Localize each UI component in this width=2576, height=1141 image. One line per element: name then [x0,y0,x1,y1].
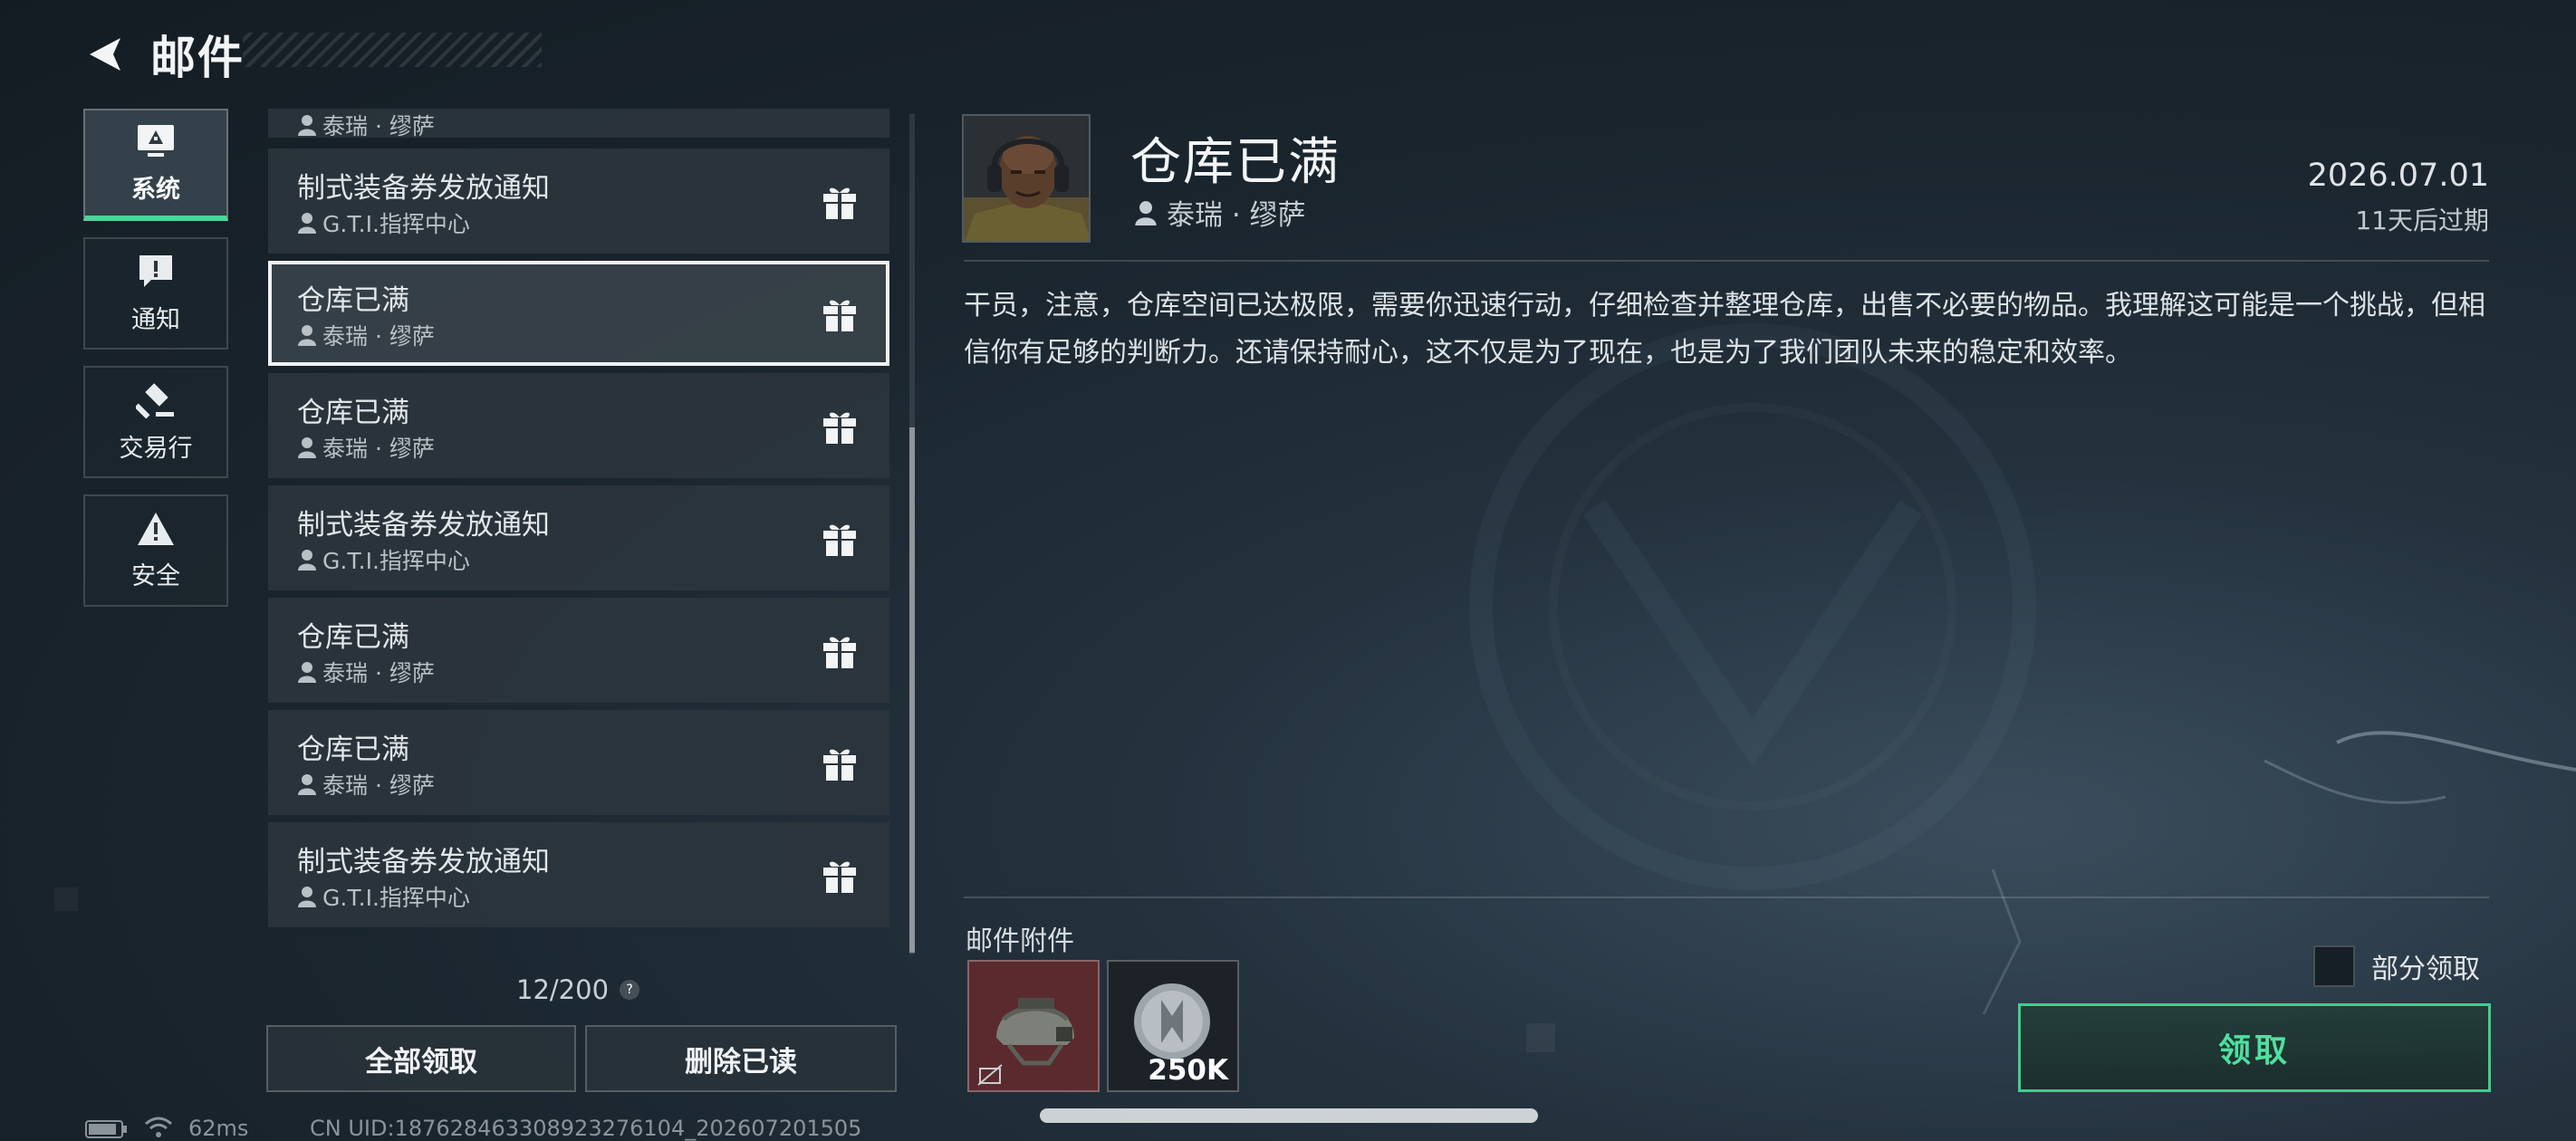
mail-sender-text: G.T.I.指挥中心 [322,548,470,574]
mail-sender-text: 泰瑞 · 缪萨 [322,113,435,139]
header: 邮件 [82,18,245,91]
gift-icon [823,187,856,219]
partial-claim-toggle[interactable]: 部分领取 [2313,945,2480,987]
sender-portrait [962,114,1091,243]
mail-sender-text: 泰瑞 · 缪萨 [322,436,435,462]
person-icon [298,437,316,458]
mail-title: 制式装备券发放通知 [297,509,550,542]
nav-label: 系统 [131,175,180,204]
attachment-quantity: 250K [1148,1054,1228,1087]
mail-sender-text: 泰瑞 · 缪萨 [322,323,435,350]
person-icon [1135,200,1157,225]
divider [964,260,2489,262]
mail-detail-sender-text: 泰瑞 · 缪萨 [1167,199,1306,232]
person-icon [298,213,316,234]
person-icon [298,662,316,683]
mail-body: 干员，注意，仓库空间已达极限，需要你迅速行动，仔细检查并整理仓库，出售不必要的物… [964,290,2485,369]
mail-list[interactable]: 泰瑞 · 缪萨 制式装备券发放通知 G.T.I.指挥中心 仓库已满 泰瑞 · 缪… [268,109,893,933]
mail-item[interactable]: 制式装备券发放通知 G.T.I.指挥中心 [268,149,889,254]
warning-icon [138,512,174,545]
mail-title: 仓库已满 [297,621,409,654]
nav-item-security[interactable]: 安全 [83,494,228,607]
person-icon [298,115,316,136]
monitor-icon [138,124,174,157]
gift-icon [823,524,856,556]
mail-expire: 11天后过期 [2355,206,2489,235]
mail-count: 12/200 ? [516,974,640,1005]
person-icon [298,325,316,346]
mail-date: 2026.07.01 [2307,158,2489,194]
gavel-icon [136,382,174,418]
nav-item-system[interactable]: 系统 [83,109,228,221]
mail-title: 制式装备券发放通知 [297,846,550,878]
title-stripe-decoration [243,33,542,67]
mail-sender: G.T.I.指挥中心 [297,206,470,239]
mail-detail-sender: 泰瑞 · 缪萨 [1134,192,1306,233]
gift-icon [823,861,856,893]
mail-count-text: 12/200 [516,974,610,1005]
mail-sender: G.T.I.指挥中心 [297,880,470,913]
mail-item[interactable]: 仓库已满 泰瑞 · 缪萨 [268,710,889,815]
partial-claim-checkbox[interactable] [2313,945,2355,987]
mail-detail-title: 仓库已满 [1130,133,1341,192]
mail-title: 仓库已满 [297,734,409,766]
mail-sender: 泰瑞 · 缪萨 [297,109,435,141]
mail-title: 仓库已满 [297,397,409,429]
mail-sender: 泰瑞 · 缪萨 [297,656,435,688]
nav-label: 通知 [131,305,180,334]
person-icon [298,887,316,907]
attachment-helmet[interactable] [967,960,1100,1092]
battery-icon [85,1120,127,1138]
gift-icon [823,749,856,781]
mail-sender-text: G.T.I.指挥中心 [322,211,470,237]
notice-icon [139,254,172,287]
mail-item-selected[interactable]: 仓库已满 泰瑞 · 缪萨 [268,261,889,366]
nav-item-notice[interactable]: 通知 [83,237,228,350]
attachment-coin[interactable]: 250K [1107,960,1239,1092]
person-icon [298,550,316,570]
gift-icon [823,300,856,331]
nav-label: 安全 [131,561,180,590]
mail-sender: 泰瑞 · 缪萨 [297,768,435,801]
mail-item[interactable]: 仓库已满 泰瑞 · 缪萨 [268,373,889,478]
back-arrow-icon[interactable] [82,30,130,79]
mail-sender-text: 泰瑞 · 缪萨 [322,772,435,799]
mail-sender: G.T.I.指挥中心 [297,543,470,576]
mail-item[interactable]: 泰瑞 · 缪萨 [268,109,889,141]
person-icon [298,774,316,795]
mail-sender: 泰瑞 · 缪萨 [297,319,435,351]
delete-read-button[interactable]: 删除已读 [585,1025,897,1092]
mail-item[interactable]: 制式装备券发放通知 G.T.I.指挥中心 [268,822,889,927]
mail-item[interactable]: 仓库已满 泰瑞 · 缪萨 [268,598,889,703]
nav-label: 交易行 [119,434,193,463]
claim-all-button[interactable]: 全部领取 [266,1025,576,1092]
mail-title: 仓库已满 [297,284,409,317]
home-indicator[interactable] [1040,1108,1538,1123]
page-title: 邮件 [150,32,245,84]
attachments-label: 邮件附件 [966,925,1074,957]
divider [964,896,2489,898]
mail-sender-text: 泰瑞 · 缪萨 [322,660,435,686]
uid-text: CN UID:18762846330892327610​4_2026072015… [310,1116,862,1141]
mail-title: 制式装备券发放通知 [297,172,550,205]
wifi-icon [145,1117,172,1137]
gift-icon [823,412,856,444]
nav-item-trade[interactable]: 交易行 [83,366,228,478]
help-icon[interactable]: ? [620,980,640,1000]
mail-sender-text: G.T.I.指挥中心 [322,885,470,911]
gift-icon [823,637,856,668]
scrollbar-thumb[interactable] [909,427,915,953]
helmet-icon [969,962,1098,1090]
mail-sender: 泰瑞 · 缪萨 [297,431,435,464]
claim-button[interactable]: 领取 [2018,1003,2491,1092]
partial-claim-label: 部分领取 [2371,954,2480,985]
ping-text: 62ms [188,1116,249,1141]
mail-item[interactable]: 制式装备券发放通知 G.T.I.指挥中心 [268,485,889,590]
